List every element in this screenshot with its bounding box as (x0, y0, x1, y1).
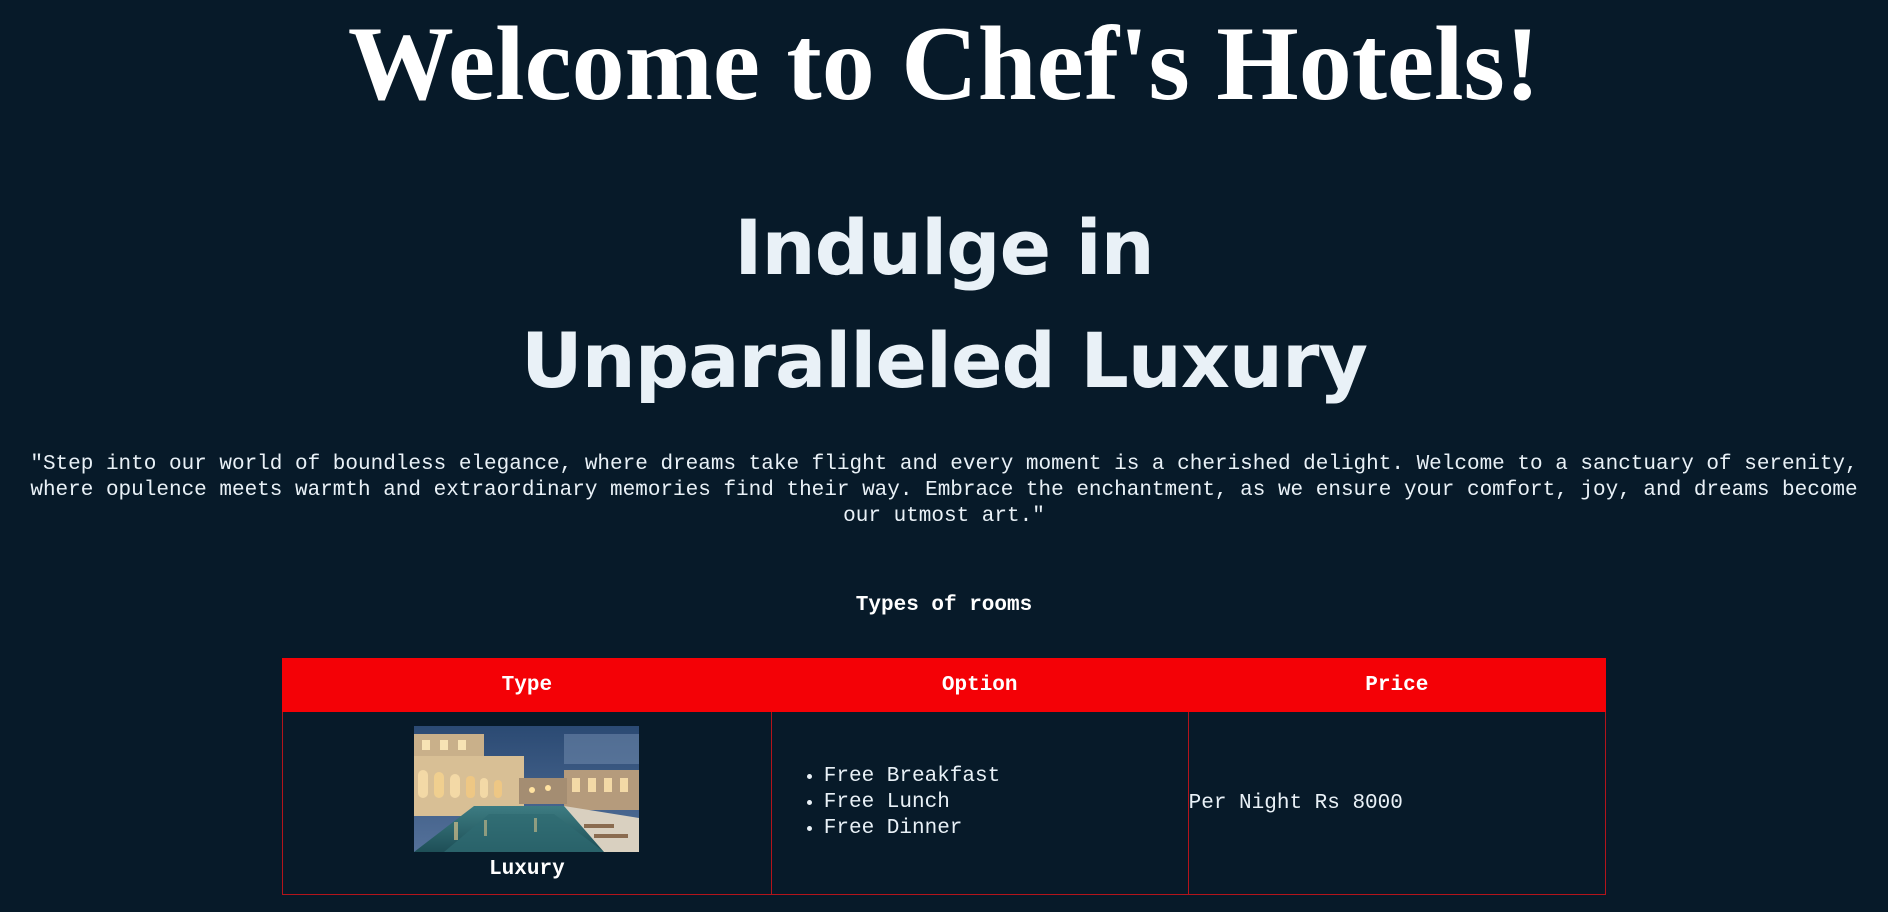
room-price: Per Night Rs 8000 (1187, 711, 1607, 895)
hotel-pool-image (414, 725, 640, 852)
rooms-table: Type Option Price Luxury • Free Breakfas… (282, 658, 1607, 895)
column-header-option: Option (770, 658, 1189, 712)
intro-quote: "Step into our world of boundless elegan… (30, 453, 1858, 528)
list-item: Free Dinner (824, 816, 1188, 842)
column-header-price: Price (1187, 658, 1607, 712)
room-type-cell: Luxury (282, 711, 772, 895)
list-item: Free Breakfast (824, 764, 1188, 790)
room-type-name: Luxury (489, 857, 565, 881)
rooms-section-title: Types of rooms (855, 594, 1033, 617)
tagline-line-1: Indulge in (734, 203, 1155, 292)
hotel-pool-photo (414, 725, 640, 852)
room-options-cell: Free Breakfast Free Lunch Free Dinner (770, 711, 1189, 895)
table-row: Luxury Free Breakfast Free Lunch Free Di… (282, 711, 1607, 895)
column-header-type: Type (282, 658, 772, 712)
rooms-table-header-row: Type Option Price (282, 658, 1607, 712)
tagline-line-2: Unparalleled Luxury (520, 316, 1368, 405)
list-item: Free Lunch (824, 790, 1188, 816)
room-options-list: Free Breakfast Free Lunch Free Dinner (772, 764, 1188, 842)
page-title: Welcome to Chef's Hotels! (347, 5, 1541, 122)
